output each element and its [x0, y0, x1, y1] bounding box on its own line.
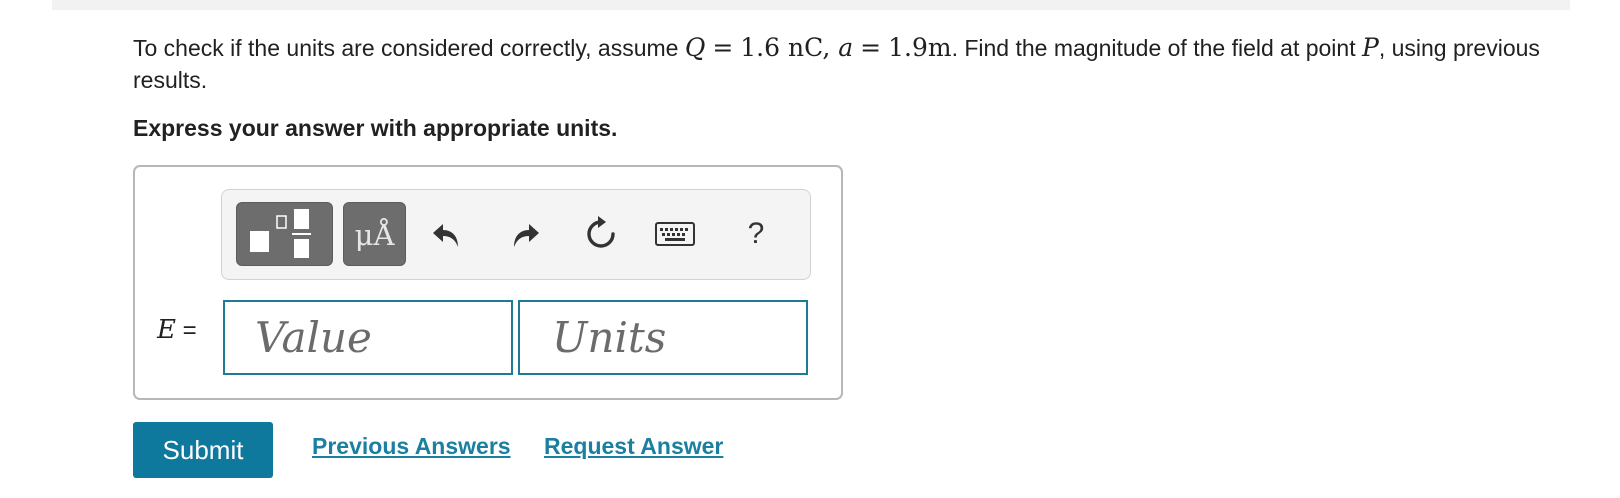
help-button[interactable]: ? — [734, 212, 778, 256]
problem-text-after: . Find the magnitude of the field at poi… — [951, 35, 1362, 61]
undo-button[interactable] — [425, 212, 469, 256]
math-a-value: 1.9m — [888, 33, 952, 62]
redo-button[interactable] — [503, 212, 547, 256]
previous-answers-link[interactable]: Previous Answers — [312, 433, 511, 460]
math-a-symbol: a — [838, 33, 854, 62]
equals-sign: = — [182, 317, 197, 344]
units-button[interactable]: μÅ — [343, 202, 406, 266]
math-p-symbol: P — [1362, 33, 1379, 62]
math-q-value: 1.6 nC — [740, 33, 823, 62]
keyboard-button[interactable] — [653, 212, 697, 256]
help-icon: ? — [747, 217, 765, 250]
problem-text-before: To check if the units are considered cor… — [133, 35, 685, 61]
templates-button[interactable] — [236, 202, 333, 266]
problem-statement: To check if the units are considered cor… — [133, 32, 1563, 96]
units-input[interactable]: Units — [518, 300, 808, 375]
variable-symbol: E — [157, 315, 176, 345]
math-expression: Q = 1.6 nC, a = 1.9m — [685, 33, 952, 62]
math-comma: , — [822, 33, 831, 62]
math-equals: = — [712, 33, 734, 62]
answer-panel: μÅ ? E = Value Units — [133, 165, 843, 400]
submit-button[interactable]: Submit — [133, 422, 273, 478]
keyboard-icon — [655, 222, 695, 246]
top-divider — [52, 0, 1570, 10]
units-icon: μÅ — [354, 218, 395, 252]
templates-icon — [250, 209, 311, 258]
redo-icon — [514, 224, 539, 247]
reset-icon — [587, 216, 615, 248]
reset-button[interactable] — [579, 212, 623, 256]
math-q-symbol: Q — [684, 33, 706, 62]
request-answer-link[interactable]: Request Answer — [544, 433, 723, 460]
value-input[interactable]: Value — [223, 300, 513, 375]
math-equals: = — [860, 33, 882, 62]
undo-icon — [433, 224, 458, 247]
answer-instruction: Express your answer with appropriate uni… — [133, 115, 618, 141]
answer-variable-label: E = — [157, 315, 197, 345]
math-toolbar: μÅ ? — [221, 189, 811, 280]
